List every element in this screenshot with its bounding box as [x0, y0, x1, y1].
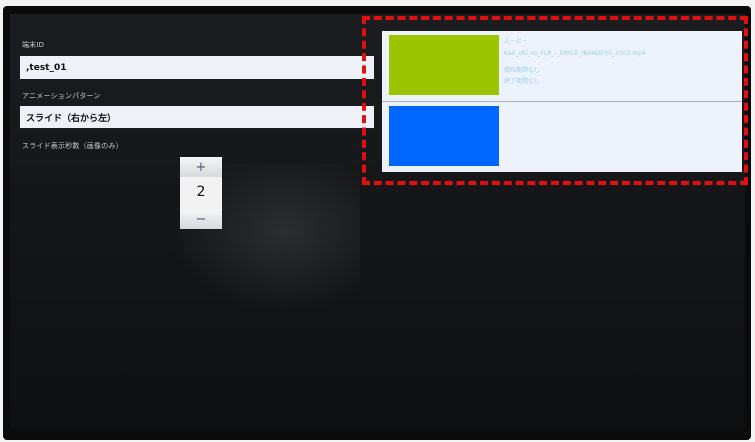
highlight-dashed-box: [362, 16, 748, 185]
slide-seconds-label: スライド表示秒数（画像のみ）: [22, 142, 123, 150]
terminal-id-label: 端末ID: [22, 41, 45, 49]
terminal-id-field[interactable]: ,test_01: [20, 56, 374, 79]
animation-pattern-label: アニメーションパターン: [22, 92, 101, 100]
animation-pattern-select[interactable]: スライド（右から左）: [20, 106, 374, 128]
slide-seconds-stepper[interactable]: + 2 −: [180, 157, 222, 229]
slide-seconds-value: 2: [196, 184, 206, 200]
increment-button[interactable]: +: [180, 157, 222, 177]
decrement-button[interactable]: −: [180, 209, 222, 229]
